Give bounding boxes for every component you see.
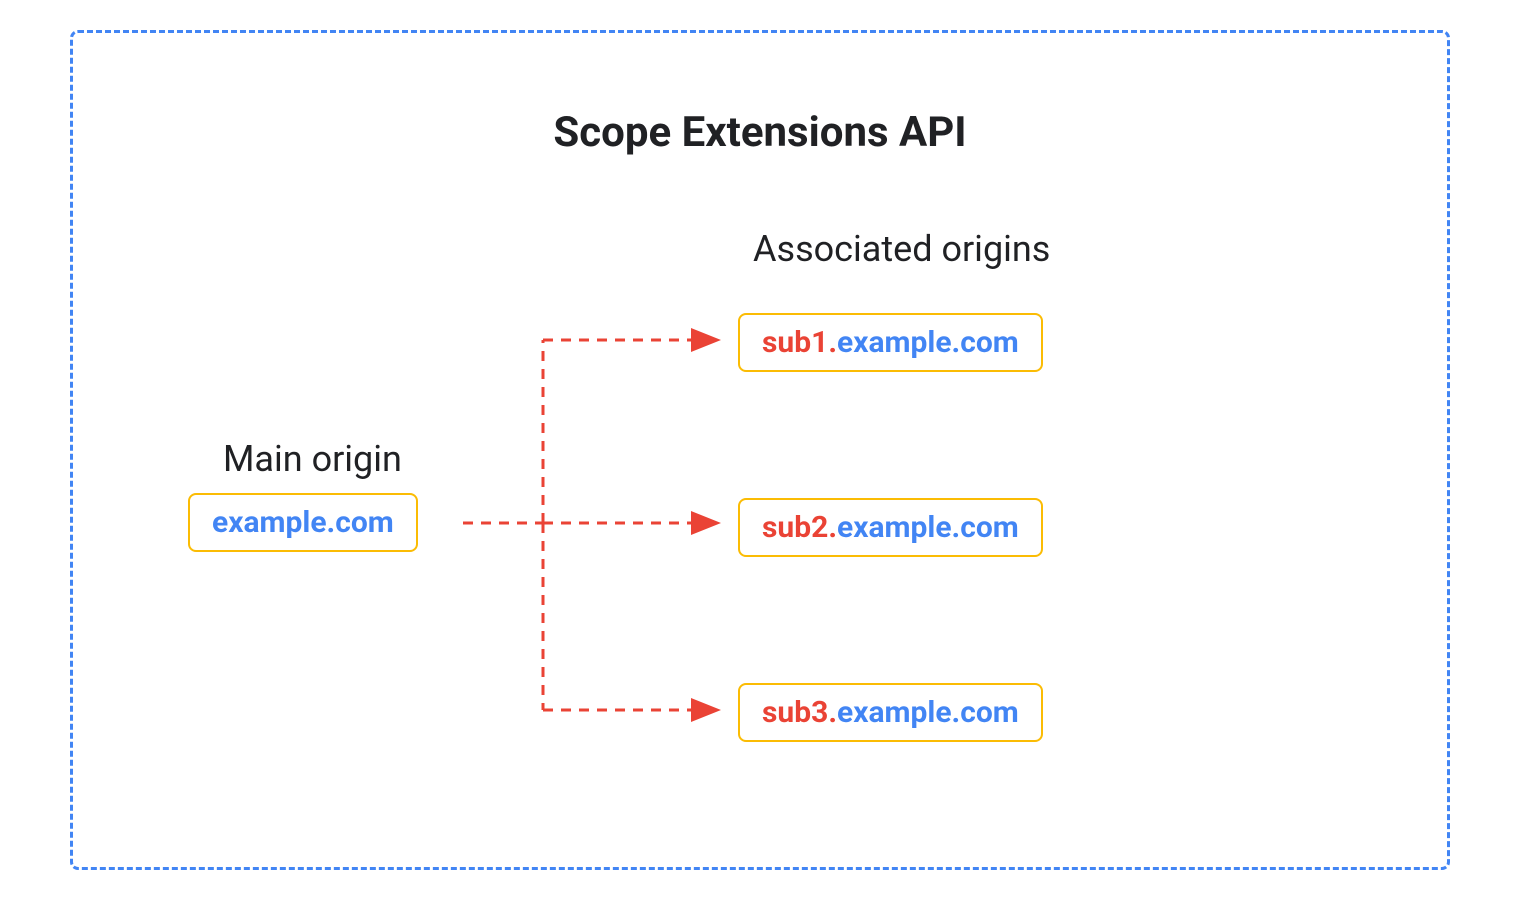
- associated-origin-box-2: sub2.example.com: [738, 498, 1043, 557]
- main-origin-domain: example.com: [212, 505, 394, 540]
- diagram-container: Scope Extensions API Main origin Associa…: [70, 30, 1450, 870]
- main-origin-label: Main origin: [223, 438, 402, 480]
- sub3-domain: example.com: [837, 695, 1019, 730]
- sub2-prefix: sub2: [762, 510, 828, 545]
- sub2-domain: example.com: [837, 510, 1019, 545]
- diagram-title: Scope Extensions API: [553, 108, 966, 157]
- dot-separator: .: [828, 325, 837, 360]
- associated-origin-box-1: sub1.example.com: [738, 313, 1043, 372]
- dot-separator: .: [828, 695, 837, 730]
- sub3-prefix: sub3: [762, 695, 828, 730]
- associated-origins-label: Associated origins: [753, 228, 1050, 270]
- sub1-domain: example.com: [837, 325, 1019, 360]
- sub1-prefix: sub1: [762, 325, 828, 360]
- dot-separator: .: [828, 510, 837, 545]
- main-origin-box: example.com: [188, 493, 418, 552]
- associated-origin-box-3: sub3.example.com: [738, 683, 1043, 742]
